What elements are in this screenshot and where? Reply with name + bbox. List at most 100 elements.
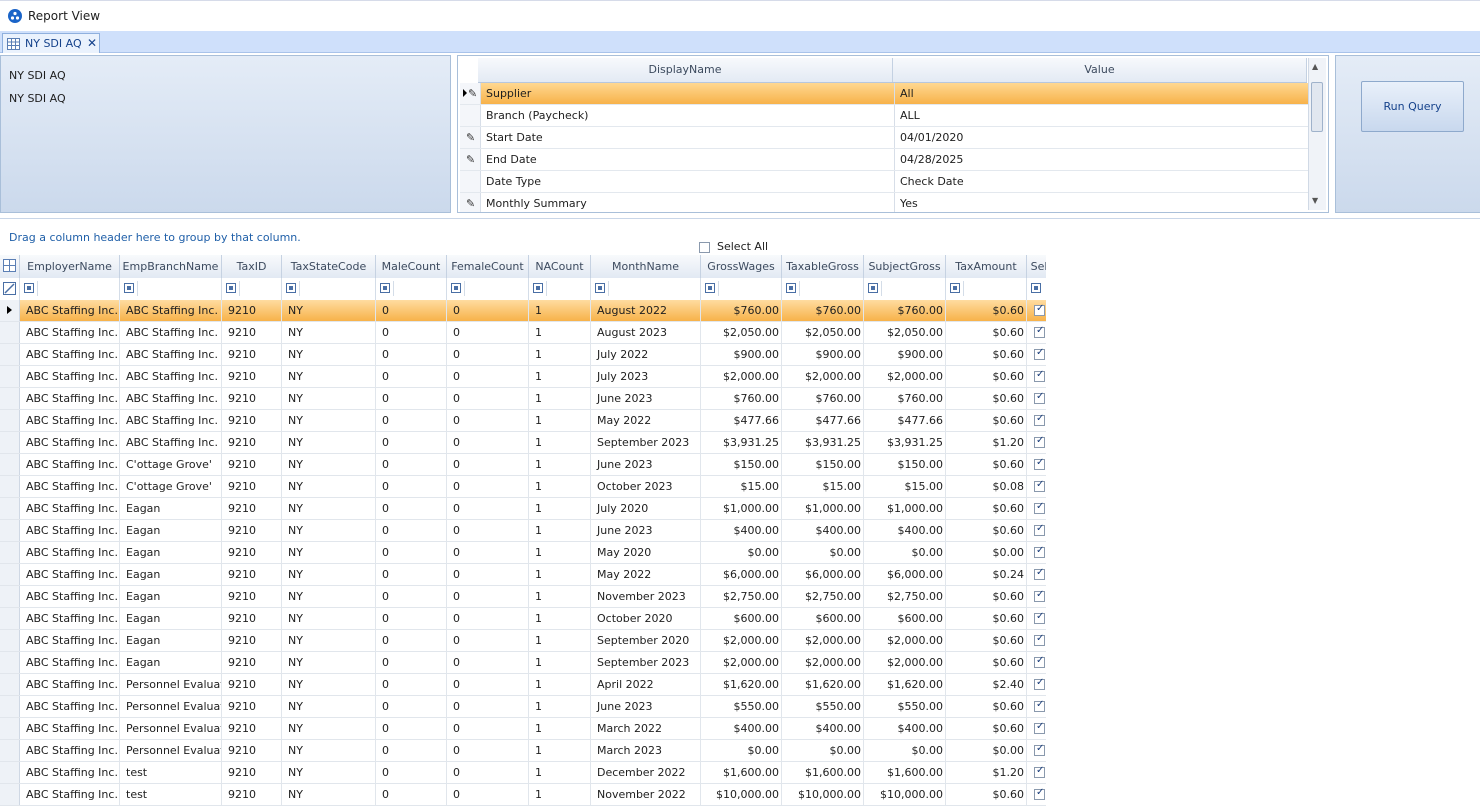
cell-taxamount[interactable]: $0.00: [946, 542, 1027, 563]
sel-checkbox[interactable]: [1034, 743, 1045, 756]
cell-taxamount[interactable]: $0.60: [946, 608, 1027, 629]
cell-monthname[interactable]: July 2023: [591, 366, 701, 387]
cell-subjectgross[interactable]: $2,750.00: [864, 586, 946, 607]
cell-femalecount[interactable]: 0: [447, 608, 529, 629]
cell-taxid[interactable]: 9210: [222, 674, 282, 695]
cell-grosswages[interactable]: $1,620.00: [701, 674, 782, 695]
column-header-taxid[interactable]: TaxID: [222, 255, 282, 278]
cell-monthname[interactable]: May 2020: [591, 542, 701, 563]
row-indicator[interactable]: [0, 476, 20, 497]
sel-checkbox[interactable]: [1034, 501, 1045, 514]
cell-subjectgross[interactable]: $150.00: [864, 454, 946, 475]
cell-taxablegross[interactable]: $1,620.00: [782, 674, 864, 695]
cell-femalecount[interactable]: 0: [447, 432, 529, 453]
cell-femalecount[interactable]: 0: [447, 322, 529, 343]
cell-taxamount[interactable]: $0.60: [946, 454, 1027, 475]
cell-empbranchname[interactable]: Eagan: [120, 520, 222, 541]
sel-checkbox[interactable]: [1034, 765, 1045, 778]
cell-femalecount[interactable]: 0: [447, 652, 529, 673]
filter-cell-empbranchname[interactable]: [120, 278, 222, 300]
table-row[interactable]: ABC Staffing Inc. Personnel Evaluati 9210 N…: [0, 696, 1046, 718]
cell-employername[interactable]: ABC Staffing Inc.: [20, 652, 120, 673]
cell-taxid[interactable]: 9210: [222, 740, 282, 761]
cell-malecount[interactable]: 0: [376, 366, 447, 387]
cell-grosswages[interactable]: $760.00: [701, 388, 782, 409]
column-header-displayname[interactable]: DisplayName: [478, 58, 893, 82]
cell-grosswages[interactable]: $15.00: [701, 476, 782, 497]
cell-nacount[interactable]: 1: [529, 520, 591, 541]
cell-taxid[interactable]: 9210: [222, 410, 282, 431]
cell-femalecount[interactable]: 0: [447, 740, 529, 761]
cell-taxstatecode[interactable]: NY: [282, 740, 376, 761]
cell-monthname[interactable]: March 2022: [591, 718, 701, 739]
cell-monthname[interactable]: March 2023: [591, 740, 701, 761]
cell-subjectgross[interactable]: $760.00: [864, 300, 946, 321]
table-row[interactable]: ABC Staffing Inc. Personnel Evaluati 9210 N…: [0, 740, 1046, 762]
cell-empbranchname[interactable]: Eagan: [120, 586, 222, 607]
table-row[interactable]: ABC Staffing Inc. Eagan 9210 NY 0 0 1 June 2023…: [0, 520, 1046, 542]
cell-taxablegross[interactable]: $0.00: [782, 542, 864, 563]
cell-taxstatecode[interactable]: NY: [282, 586, 376, 607]
cell-malecount[interactable]: 0: [376, 454, 447, 475]
table-row[interactable]: ABC Staffing Inc. Eagan 9210 NY 0 0 1 November …: [0, 586, 1046, 608]
cell-empbranchname[interactable]: ABC Staffing Inc.: [120, 410, 222, 431]
table-row[interactable]: ABC Staffing Inc. ABC Staffing Inc. 9210 NY…: [0, 410, 1046, 432]
cell-malecount[interactable]: 0: [376, 344, 447, 365]
row-indicator[interactable]: [0, 388, 20, 409]
cell-empbranchname[interactable]: test: [120, 784, 222, 805]
cell-subjectgross[interactable]: $400.00: [864, 718, 946, 739]
sel-checkbox[interactable]: [1034, 633, 1045, 646]
cell-employername[interactable]: ABC Staffing Inc.: [20, 300, 120, 321]
cell-taxablegross[interactable]: $3,931.25: [782, 432, 864, 453]
sel-checkbox[interactable]: [1034, 347, 1045, 360]
cell-subjectgross[interactable]: $0.00: [864, 542, 946, 563]
table-row[interactable]: ABC Staffing Inc. ABC Staffing Inc. 9210 NY…: [0, 322, 1046, 344]
cell-nacount[interactable]: 1: [529, 344, 591, 365]
cell-taxablegross[interactable]: $1,000.00: [782, 498, 864, 519]
sel-checkbox[interactable]: [1034, 545, 1045, 558]
cell-employername[interactable]: ABC Staffing Inc.: [20, 542, 120, 563]
cell-employername[interactable]: ABC Staffing Inc.: [20, 388, 120, 409]
cell-empbranchname[interactable]: Eagan: [120, 652, 222, 673]
column-header-taxablegross[interactable]: TaxableGross: [782, 255, 864, 278]
cell-monthname[interactable]: October 2023: [591, 476, 701, 497]
cell-monthname[interactable]: July 2022: [591, 344, 701, 365]
table-row[interactable]: ABC Staffing Inc. C'ottage Grove' 9210 NY 0 0…: [0, 476, 1046, 498]
cell-subjectgross[interactable]: $3,931.25: [864, 432, 946, 453]
filter-operator-icon[interactable]: [950, 283, 960, 293]
cell-taxstatecode[interactable]: NY: [282, 520, 376, 541]
cell-employername[interactable]: ABC Staffing Inc.: [20, 476, 120, 497]
select-all-toggle[interactable]: Select All: [699, 240, 768, 254]
parameter-row[interactable]: Date Type Check Date: [460, 171, 1309, 193]
cell-taxablegross[interactable]: $2,750.00: [782, 586, 864, 607]
filter-operator-icon[interactable]: [705, 283, 715, 293]
cell-taxstatecode[interactable]: NY: [282, 608, 376, 629]
cell-subjectgross[interactable]: $10,000.00: [864, 784, 946, 805]
cell-nacount[interactable]: 1: [529, 718, 591, 739]
row-indicator[interactable]: [0, 674, 20, 695]
table-row[interactable]: ABC Staffing Inc. ABC Staffing Inc. 9210 NY…: [0, 388, 1046, 410]
cell-femalecount[interactable]: 0: [447, 300, 529, 321]
table-row[interactable]: ABC Staffing Inc. ABC Staffing Inc. 9210 NY…: [0, 432, 1046, 454]
cell-employername[interactable]: ABC Staffing Inc.: [20, 696, 120, 717]
cell-malecount[interactable]: 0: [376, 696, 447, 717]
cell-employername[interactable]: ABC Staffing Inc.: [20, 322, 120, 343]
row-indicator[interactable]: [0, 322, 20, 343]
parameter-value[interactable]: ALL: [900, 109, 920, 122]
cell-malecount[interactable]: 0: [376, 740, 447, 761]
cell-malecount[interactable]: 0: [376, 498, 447, 519]
table-row[interactable]: ABC Staffing Inc. Eagan 9210 NY 0 0 1 May 2022 $…: [0, 564, 1046, 586]
cell-femalecount[interactable]: 0: [447, 762, 529, 783]
cell-empbranchname[interactable]: Eagan: [120, 630, 222, 651]
cell-subjectgross[interactable]: $2,000.00: [864, 630, 946, 651]
cell-taxid[interactable]: 9210: [222, 388, 282, 409]
cell-taxid[interactable]: 9210: [222, 476, 282, 497]
filter-operator-icon[interactable]: [786, 283, 796, 293]
cell-employername[interactable]: ABC Staffing Inc.: [20, 718, 120, 739]
cell-monthname[interactable]: August 2022: [591, 300, 701, 321]
cell-employername[interactable]: ABC Staffing Inc.: [20, 762, 120, 783]
cell-femalecount[interactable]: 0: [447, 454, 529, 475]
sel-checkbox[interactable]: [1034, 303, 1045, 316]
row-indicator[interactable]: [0, 608, 20, 629]
cell-taxid[interactable]: 9210: [222, 718, 282, 739]
